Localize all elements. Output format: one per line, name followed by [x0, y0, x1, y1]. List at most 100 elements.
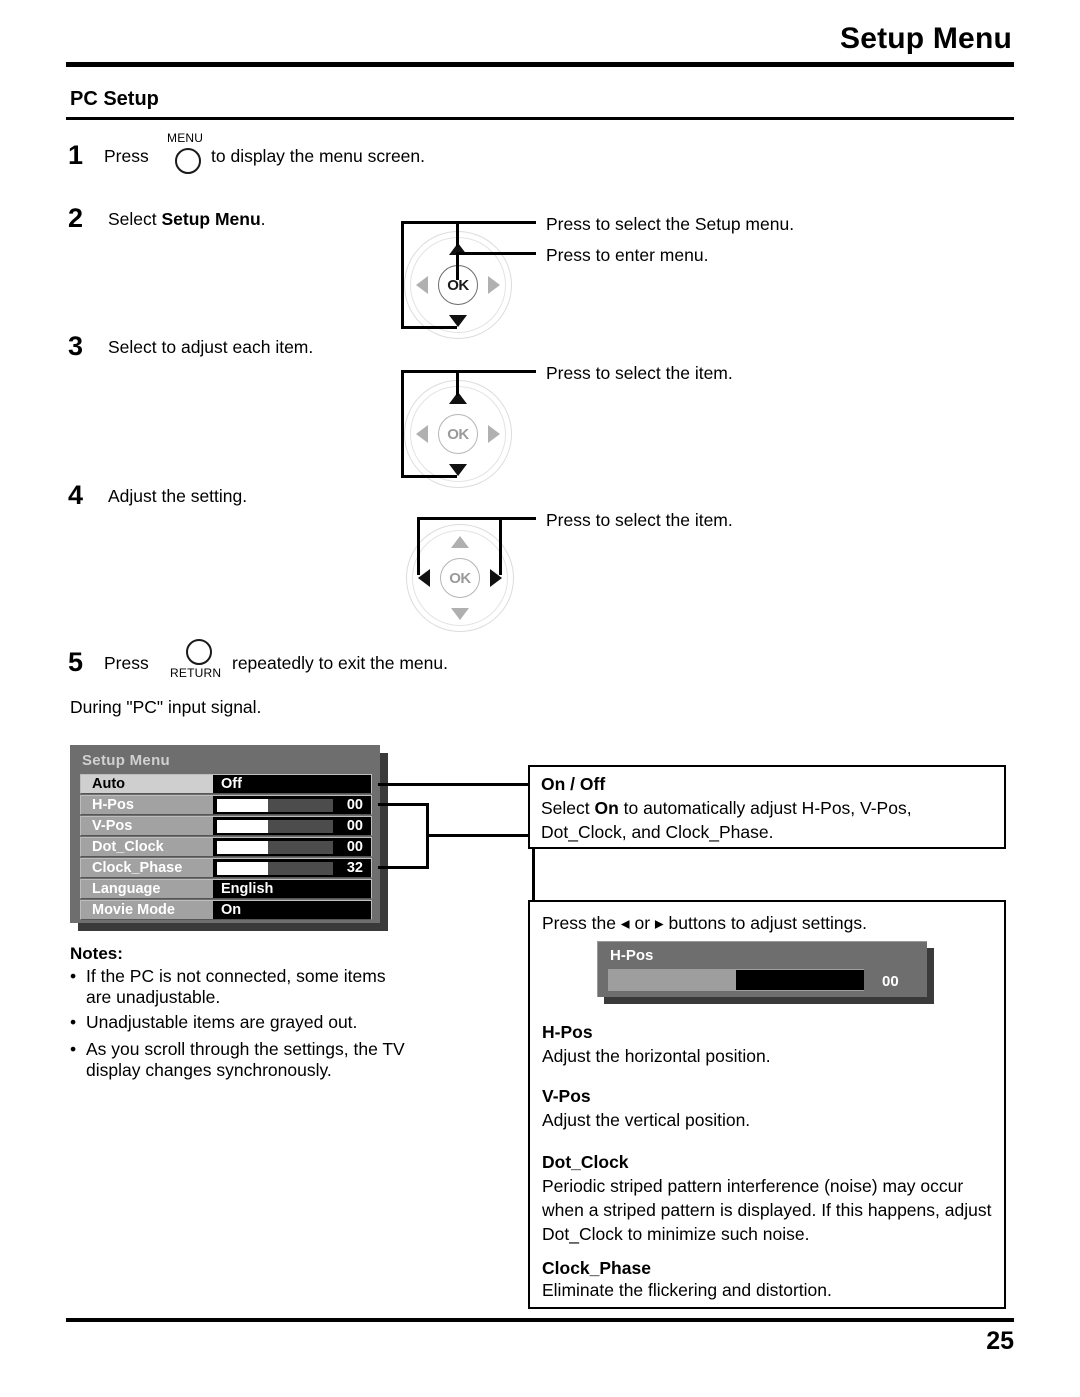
section-title: PC Setup [70, 88, 159, 110]
hpos-osd-panel: H-Pos 00 [597, 941, 927, 997]
callout-pad1-ok: Press to enter menu. [546, 245, 709, 265]
onoff-box-line-1: Select On to automatically adjust H-Pos,… [541, 798, 912, 819]
step-2-text: Select Setup Menu. [108, 209, 266, 230]
adjust-intro-b: or [629, 913, 655, 933]
entry-heading-h-pos: H-Pos [542, 1022, 593, 1042]
return-button-icon[interactable] [186, 639, 212, 665]
osd-slider-fill [217, 840, 269, 854]
page-title: Setup Menu [840, 22, 1012, 55]
navpad-down-arrow-icon[interactable] [451, 608, 469, 620]
note-item-1: • If the PC is not connected, some items… [70, 966, 410, 1008]
navpad-up-arrow-icon[interactable] [451, 536, 469, 548]
osd-row-label: H-Pos [80, 795, 213, 815]
entry-text-dot-clock-2: when a striped pattern is displayed. If … [542, 1200, 992, 1220]
leader-pad2-bracket-top [401, 370, 457, 373]
header-divider [66, 62, 1014, 67]
leader-pad1-bracket-bottom [401, 326, 457, 329]
osd-slider-number: 32 [346, 860, 363, 876]
navpad-left-arrow-icon[interactable] [416, 276, 428, 294]
step-3-text: Select to adjust each item. [108, 337, 314, 357]
osd-row-clock-phase[interactable]: Clock_Phase 32 [80, 858, 372, 878]
step-5-prefix: Press [104, 653, 149, 673]
osd-slider-fill [217, 819, 269, 833]
navigation-pad-3[interactable]: OK [406, 524, 514, 632]
note-text: Unadjustable items are grayed out. [86, 1012, 358, 1032]
bullet-icon: • [70, 966, 77, 986]
return-button-label: RETURN [170, 666, 222, 680]
step-1-number: 1 [68, 140, 84, 170]
navpad-left-arrow-icon[interactable] [416, 425, 428, 443]
leader-pad1-bracket-v [401, 221, 404, 329]
leader-pad3-right-stem [499, 517, 502, 575]
osd-row-auto[interactable]: Auto Off [80, 774, 372, 794]
leader-pad3-h [417, 517, 536, 520]
leader-pad1-bracket-top [401, 221, 457, 224]
osd-slider-track[interactable] [217, 861, 333, 875]
hpos-osd-value: 00 [882, 973, 899, 990]
footer-divider [66, 1318, 1014, 1322]
osd-row-language[interactable]: Language English [80, 879, 372, 899]
entry-heading-v-pos: V-Pos [542, 1086, 591, 1106]
entry-text-clock-phase: Eliminate the flickering and distortion. [542, 1280, 832, 1300]
navpad-left-arrow-icon[interactable] [418, 569, 430, 587]
osd-slider-number: 00 [346, 818, 363, 834]
bullet-icon: • [70, 1012, 77, 1032]
osd-slider-number: 00 [346, 839, 363, 855]
step-4-text: Adjust the setting. [108, 486, 248, 506]
onoff-box-line-2: Dot_Clock, and Clock_Phase. [541, 822, 774, 842]
step-2-bold: Setup Menu [161, 209, 261, 229]
section-divider [66, 117, 1014, 120]
entry-text-h-pos: Adjust the horizontal position. [542, 1046, 771, 1066]
osd-row-value[interactable]: 00 [213, 816, 372, 836]
osd-row-v-pos[interactable]: V-Pos 00 [80, 816, 372, 836]
osd-row-value[interactable]: 32 [213, 858, 372, 878]
notes-title: Notes: [70, 944, 123, 963]
callout-pad2-up: Press to select the item. [546, 363, 733, 383]
leader-pad2-up-stem [456, 370, 459, 396]
step-3-number: 3 [68, 331, 84, 361]
osd-slider-track[interactable] [217, 840, 333, 854]
note-item-2: • Unadjustable items are grayed out. [70, 1012, 410, 1033]
entry-heading-dot-clock: Dot_Clock [542, 1152, 629, 1172]
note-item-3: • As you scroll through the settings, th… [70, 1039, 410, 1081]
hpos-osd-slider-fill [608, 970, 736, 990]
osd-row-value[interactable]: Off [213, 774, 372, 794]
osd-slider-track[interactable] [217, 819, 333, 833]
navpad-right-arrow-icon[interactable] [488, 425, 500, 443]
osd-slider-number: 00 [346, 797, 363, 813]
leader-bracket-mid-h [426, 834, 534, 837]
osd-intro-text: During "PC" input signal. [70, 697, 262, 717]
osd-row-movie-mode[interactable]: Movie Mode On [80, 900, 372, 920]
onoff-line1-bold: On [594, 798, 619, 818]
osd-row-dot-clock[interactable]: Dot_Clock 00 [80, 837, 372, 857]
leader-pad1-up-stem [456, 221, 459, 247]
menu-button-label: MENU [167, 131, 204, 145]
step-4-number: 4 [68, 480, 84, 510]
osd-row-h-pos[interactable]: H-Pos 00 [80, 795, 372, 815]
osd-row-label: Language [80, 879, 213, 899]
onoff-box-heading: On / Off [541, 774, 606, 794]
page-number: 25 [986, 1327, 1014, 1355]
entry-text-v-pos: Adjust the vertical position. [542, 1110, 751, 1130]
osd-slider-fill [217, 798, 269, 812]
leader-pad1-ok-stem [456, 252, 459, 280]
hpos-osd-slider-track[interactable] [608, 969, 864, 991]
menu-button-icon[interactable] [175, 148, 201, 174]
callout-pad3-lr: Press to select the item. [546, 510, 733, 530]
step-2-number: 2 [68, 203, 84, 233]
right-arrow-icon: ▸ [654, 913, 664, 933]
leader-hpos-stub [378, 803, 428, 806]
navpad-right-arrow-icon[interactable] [488, 276, 500, 294]
navpad-ok-button[interactable]: OK [440, 558, 480, 598]
osd-panel-title: Setup Menu [82, 752, 170, 769]
osd-slider-track[interactable] [217, 798, 333, 812]
osd-row-value[interactable]: On [213, 900, 372, 920]
osd-row-value[interactable]: English [213, 879, 372, 899]
navpad-ok-button[interactable]: OK [438, 414, 478, 454]
osd-row-label: Dot_Clock [80, 837, 213, 857]
osd-row-value[interactable]: 00 [213, 795, 372, 815]
osd-row-value[interactable]: 00 [213, 837, 372, 857]
leader-pad2-up-h [456, 370, 536, 373]
left-arrow-icon: ◂ [620, 913, 630, 933]
osd-row-label: Auto [80, 774, 213, 794]
